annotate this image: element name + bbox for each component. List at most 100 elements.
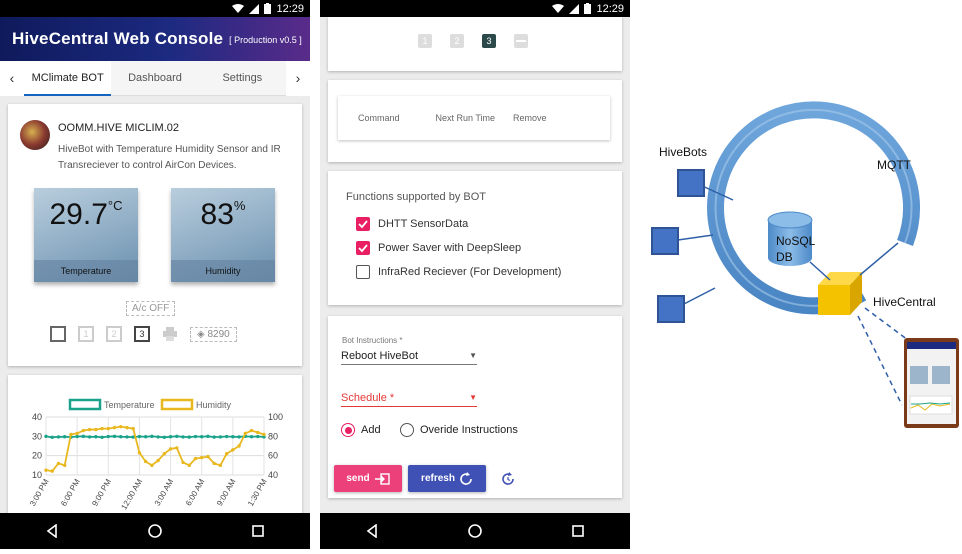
radio-add-label: Add	[361, 424, 381, 436]
tab-mclimate-bot[interactable]: MClimate BOT	[24, 60, 112, 96]
data-point-temperature	[56, 435, 61, 439]
x-tick-label: 9:00 AM	[215, 477, 238, 507]
pager-card: 1 2 3	[328, 17, 622, 71]
send-icon	[374, 472, 390, 485]
status-time: 12:29	[276, 2, 304, 15]
pager-end-icon[interactable]	[514, 34, 528, 48]
device-code-value: 8290	[207, 328, 230, 340]
page-two-icon[interactable]: 2	[106, 326, 122, 342]
data-point-temperature	[112, 434, 117, 439]
bot-link-3	[681, 287, 716, 306]
hivebots-label: HiveBots	[659, 145, 708, 159]
nosql-label: NoSQL	[776, 234, 816, 248]
refresh-button[interactable]: refresh	[408, 465, 486, 492]
tab-scroll-left-icon[interactable]: ‹	[0, 60, 24, 96]
bot-instructions-value: Reboot HiveBot	[341, 349, 419, 362]
function-dhtt[interactable]: DHTT SensorData	[356, 217, 468, 231]
hivecentral-label: HiveCentral	[873, 295, 936, 309]
data-point-temperature	[125, 435, 129, 439]
recents-icon[interactable]	[571, 524, 585, 538]
y-left-tick-label: 10	[32, 470, 42, 480]
data-point-humidity	[206, 454, 210, 459]
data-point-humidity	[187, 463, 191, 468]
data-point-humidity	[256, 430, 260, 435]
ac-status-badge[interactable]: A/c OFF	[126, 301, 176, 316]
phone-link-2	[857, 315, 903, 406]
bot-instructions-select[interactable]: Reboot HiveBot ▼	[341, 347, 477, 365]
device-description: HiveBot with Temperature Humidity Sensor…	[58, 144, 281, 171]
checkbox-checked-icon[interactable]	[356, 217, 370, 231]
data-point-temperature	[212, 435, 216, 439]
radio-override[interactable]: Overide Instructions	[400, 423, 518, 437]
radio-unselected-icon[interactable]	[400, 423, 414, 437]
nav-bar	[320, 513, 630, 549]
pager-page-3[interactable]: 3	[482, 34, 496, 48]
data-point-temperature	[206, 434, 210, 439]
schedule-select[interactable]: Schedule * ▼	[341, 389, 477, 407]
data-point-temperature	[75, 434, 79, 439]
data-point-temperature	[137, 434, 142, 439]
home-icon[interactable]	[148, 524, 162, 538]
architecture-diagram-svg	[651, 101, 959, 428]
device-code-badge[interactable]: ◈ 8290	[190, 326, 237, 342]
functions-title: Functions supported by BOT	[346, 191, 487, 203]
schedule-table-header: Command Next Run Time Remove	[338, 96, 610, 140]
pager-page-2[interactable]: 2	[450, 34, 464, 48]
function-power-saver[interactable]: Power Saver with DeepSleep	[356, 241, 521, 255]
data-point-humidity	[143, 459, 148, 464]
checkbox-unchecked-icon[interactable]	[356, 265, 370, 279]
mqtt-link	[859, 242, 899, 276]
data-point-humidity	[81, 428, 86, 433]
checkbox-checked-icon[interactable]	[356, 241, 370, 255]
signal-icon	[569, 3, 580, 14]
home-icon[interactable]	[468, 524, 482, 538]
back-icon[interactable]	[365, 524, 379, 538]
data-point-temperature	[106, 434, 110, 439]
hivebot-node-2	[651, 227, 679, 255]
battery-icon	[264, 3, 272, 14]
send-label: send	[346, 473, 370, 484]
temperature-unit: °C	[107, 198, 123, 213]
phone-dashboard-screen: 12:29 HiveCentral Web Console [ Producti…	[0, 0, 310, 549]
data-point-humidity	[193, 456, 198, 461]
app-version-badge: [ Production v0.5 ]	[229, 35, 302, 45]
back-icon[interactable]	[45, 524, 59, 538]
copy-icon[interactable]	[50, 326, 66, 342]
data-point-humidity	[62, 463, 67, 468]
data-point-humidity	[262, 432, 266, 437]
auto-refresh-icon[interactable]	[500, 471, 516, 487]
data-point-temperature	[193, 434, 198, 439]
printer-icon[interactable]	[162, 326, 178, 342]
data-point-humidity	[181, 460, 185, 465]
x-tick-label: 12:00 AM	[119, 477, 144, 511]
nosql-db-cylinder-top	[767, 211, 813, 229]
tab-scroll-right-icon[interactable]: ›	[285, 60, 310, 96]
pager: 1 2 3	[418, 34, 528, 48]
data-point-temperature	[81, 434, 86, 439]
page-three-icon[interactable]: 3	[134, 326, 150, 342]
humidity-tile[interactable]: 83% Humidity	[171, 188, 275, 282]
hivecentral-cube-front	[818, 285, 850, 315]
x-tick-label: 3:00 PM	[28, 477, 51, 508]
radio-add[interactable]: Add	[341, 423, 381, 437]
app-title: HiveCentral Web Console	[12, 29, 224, 48]
data-point-humidity	[168, 447, 173, 451]
tab-settings[interactable]: Settings	[199, 61, 286, 96]
send-button[interactable]: send	[334, 465, 402, 492]
data-point-humidity	[200, 455, 204, 460]
data-point-temperature	[249, 435, 254, 439]
pager-page-1[interactable]: 1	[418, 34, 432, 48]
data-point-humidity	[50, 469, 54, 473]
sensor-line-chart: Temperature Humidity 10 20 30 40 40 60 80 100 3:00…	[28, 398, 283, 511]
function-infrared[interactable]: InfraRed Reciever (For Development)	[356, 265, 561, 279]
x-tick-label: 9:00 PM	[90, 477, 113, 508]
temperature-label: Temperature	[34, 260, 138, 282]
temperature-tile[interactable]: 29.7°C Temperature	[34, 188, 138, 282]
y-right-tick-label: 60	[268, 451, 278, 461]
page-one-icon[interactable]: 1	[78, 326, 94, 342]
data-point-temperature	[168, 435, 173, 439]
column-command: Command	[358, 113, 400, 123]
tab-dashboard[interactable]: Dashboard	[111, 61, 198, 96]
recents-icon[interactable]	[251, 524, 265, 538]
radio-selected-icon[interactable]	[341, 423, 355, 437]
